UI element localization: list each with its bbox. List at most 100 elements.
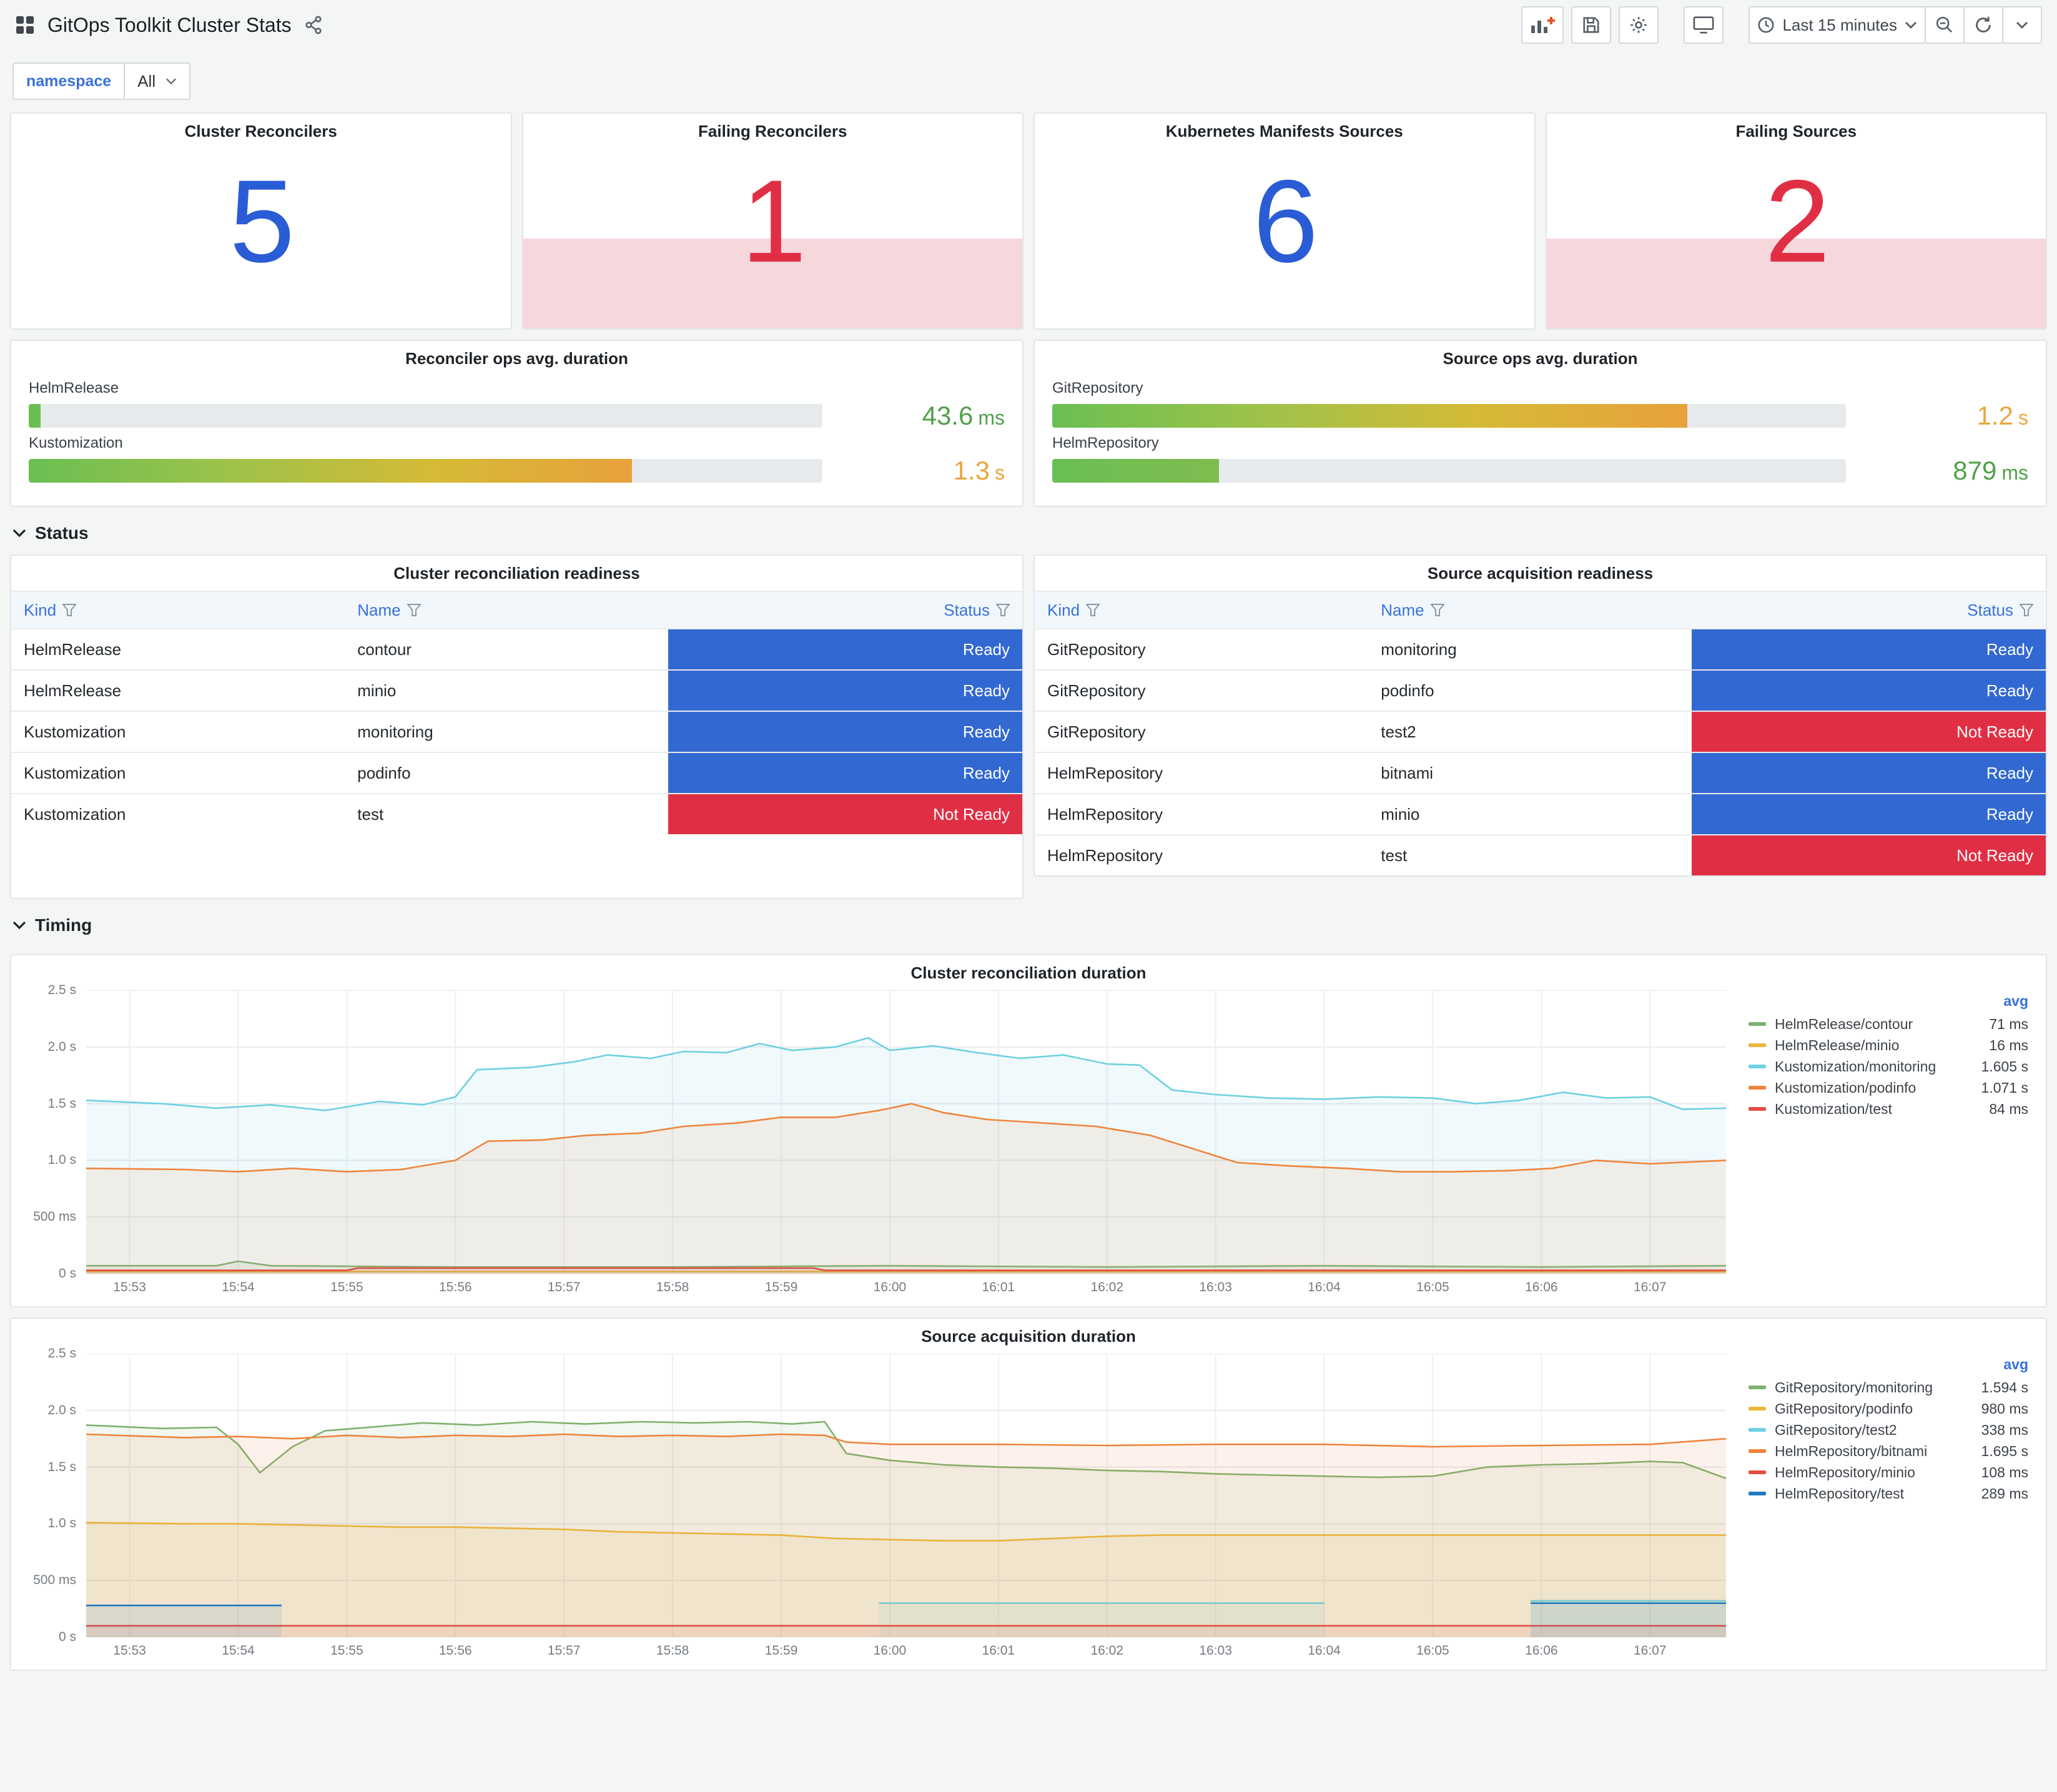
stat-panel: Failing Sources 2	[1545, 112, 2047, 330]
chevron-down-icon	[2016, 22, 2028, 29]
panel-title: Source ops avg. duration	[1443, 348, 1638, 368]
series-name: GitRepository/test2	[1775, 1421, 1897, 1438]
cell-status: Ready	[668, 753, 1022, 793]
legend-item[interactable]: GitRepository/test2 338 ms	[1749, 1419, 2028, 1440]
column-header-name[interactable]: Name	[1368, 592, 1692, 628]
cell-kind: Kustomization	[24, 763, 126, 782]
time-range-label: Last 15 minutes	[1782, 15, 1897, 34]
cell-name: podinfo	[357, 763, 411, 782]
cycle-view-button[interactable]	[1684, 6, 1724, 44]
refresh-button[interactable]	[1963, 6, 2003, 44]
series-avg-value: 1.605 s	[1981, 1058, 2028, 1075]
cell-status: Ready	[1692, 671, 2046, 711]
cell-status: Not Ready	[1692, 712, 2046, 752]
variable-value-dropdown[interactable]: All	[125, 62, 191, 100]
cell-status: Ready	[668, 671, 1022, 711]
cell-kind: HelmRepository	[1047, 845, 1163, 865]
cell-status: Ready	[1692, 629, 2046, 669]
dashboard-settings-button[interactable]	[1619, 6, 1659, 44]
column-header-status[interactable]: Status	[668, 592, 1022, 628]
stat-panel-title: Cluster Reconcilers	[184, 121, 337, 140]
panel-source-acquisition-duration: Source acquisition duration 0 s 500 ms 1.0…	[10, 1317, 2047, 1671]
cell-kind: Kustomization	[24, 804, 126, 824]
table-row: GitRepository test2 Not Ready	[1035, 711, 2046, 752]
series-color-swatch	[1749, 1428, 1766, 1432]
stat-panels-row: Cluster Reconcilers 5 Failing Reconciler…	[10, 112, 2047, 330]
legend-item[interactable]: HelmRepository/bitnami 1.695 s	[1749, 1440, 2028, 1462]
series-color-swatch	[1749, 1086, 1766, 1090]
legend-item[interactable]: Kustomization/test 84 ms	[1749, 1098, 2028, 1120]
save-dashboard-button[interactable]	[1571, 6, 1612, 44]
filter-icon	[1430, 604, 1444, 616]
share-icon[interactable]	[304, 16, 323, 34]
legend-item[interactable]: Kustomization/monitoring 1.605 s	[1749, 1056, 2028, 1077]
stat-panel: Kubernetes Manifests Sources 6	[1033, 112, 1536, 330]
cell-kind: GitRepository	[1047, 639, 1146, 659]
bar-gauge-row: HelmRelease 43.6 ms	[29, 380, 1005, 431]
filter-icon	[1086, 604, 1100, 616]
cell-name: bitnami	[1381, 763, 1434, 782]
column-header-name[interactable]: Name	[345, 592, 668, 628]
cell-kind: GitRepository	[1047, 681, 1146, 700]
series-name: GitRepository/podinfo	[1775, 1400, 1913, 1417]
series-color-swatch	[1749, 1043, 1766, 1047]
legend-item[interactable]: Kustomization/podinfo 1.071 s	[1749, 1077, 2028, 1098]
time-series-plot[interactable]	[86, 1354, 1726, 1637]
panel-title: Cluster reconciliation duration	[910, 963, 1147, 982]
table-row: GitRepository podinfo Ready	[1035, 669, 2046, 711]
cell-kind: HelmRepository	[1047, 763, 1163, 782]
time-range-picker[interactable]: Last 15 minutes	[1749, 6, 1926, 44]
legend-item[interactable]: GitRepository/podinfo 980 ms	[1749, 1398, 2028, 1419]
filter-icon	[407, 604, 421, 616]
panel-source-ops: Source ops avg. duration GitRepository 1…	[1033, 340, 2047, 507]
column-header-kind[interactable]: Kind	[11, 592, 345, 628]
cell-status: Not Ready	[1692, 835, 2046, 875]
series-avg-value: 1.695 s	[1981, 1442, 2028, 1459]
filter-icon	[2019, 604, 2033, 616]
series-name: HelmRepository/test	[1775, 1485, 1905, 1502]
section-status-toggle[interactable]: Status	[10, 514, 2047, 552]
legend-item[interactable]: GitRepository/monitoring 1.594 s	[1749, 1377, 2028, 1398]
section-timing-toggle[interactable]: Timing	[10, 907, 2047, 944]
legend-item[interactable]: HelmRepository/test 289 ms	[1749, 1483, 2028, 1504]
cell-name: contour	[357, 639, 412, 659]
apps-grid-icon[interactable]	[15, 15, 35, 35]
bar-gauge-fill	[29, 459, 632, 483]
chevron-down-icon	[1905, 22, 1916, 29]
bar-gauge-label: HelmRepository	[1052, 435, 1159, 451]
refresh-interval-dropdown[interactable]	[2002, 6, 2042, 44]
table-header-row: Kind Name Status	[11, 591, 1022, 628]
table-body: HelmRelease contour Ready HelmRelease mi…	[11, 628, 1022, 834]
column-header-kind[interactable]: Kind	[1035, 592, 1368, 628]
legend-avg-header[interactable]: avg	[1749, 993, 2028, 1010]
bar-gauge-value: 43.6 ms	[922, 401, 1005, 430]
series-color-swatch	[1749, 1492, 1766, 1495]
column-header-status[interactable]: Status	[1692, 592, 2046, 628]
series-avg-value: 338 ms	[1981, 1421, 2028, 1438]
cell-kind: HelmRelease	[24, 681, 122, 700]
table-row: HelmRepository minio Ready	[1035, 793, 2046, 834]
stat-value: 6	[1253, 155, 1318, 287]
chart-legend: avg GitRepository/monitoring 1.594 s Git…	[1726, 1354, 2036, 1662]
filter-icon	[62, 604, 77, 616]
legend-item[interactable]: HelmRepository/minio 108 ms	[1749, 1462, 2028, 1483]
cell-name: monitoring	[357, 722, 433, 741]
time-series-plot[interactable]	[86, 990, 1726, 1274]
series-avg-value: 1.071 s	[1981, 1079, 2028, 1096]
cell-name: test	[1381, 845, 1408, 865]
series-avg-value: 84 ms	[1989, 1100, 2028, 1117]
add-panel-button[interactable]	[1521, 6, 1564, 44]
chevron-down-icon	[12, 921, 26, 930]
series-avg-value: 289 ms	[1981, 1485, 2028, 1502]
cell-name: test2	[1381, 722, 1416, 741]
series-color-swatch	[1749, 1449, 1766, 1453]
legend-item[interactable]: HelmRelease/minio 16 ms	[1749, 1035, 2028, 1056]
zoom-out-button[interactable]	[1925, 6, 1965, 44]
panel-source-readiness: Source acquisition readiness Kind Name S…	[1033, 554, 2047, 877]
variables-row: namespace All	[10, 62, 2047, 100]
cell-status: Ready	[1692, 794, 2046, 834]
legend-item[interactable]: HelmRelease/contour 71 ms	[1749, 1013, 2028, 1035]
panel-title: Cluster reconciliation readiness	[393, 563, 640, 583]
stat-panel: Failing Reconcilers 1	[521, 112, 1024, 330]
legend-avg-header[interactable]: avg	[1749, 1356, 2028, 1373]
